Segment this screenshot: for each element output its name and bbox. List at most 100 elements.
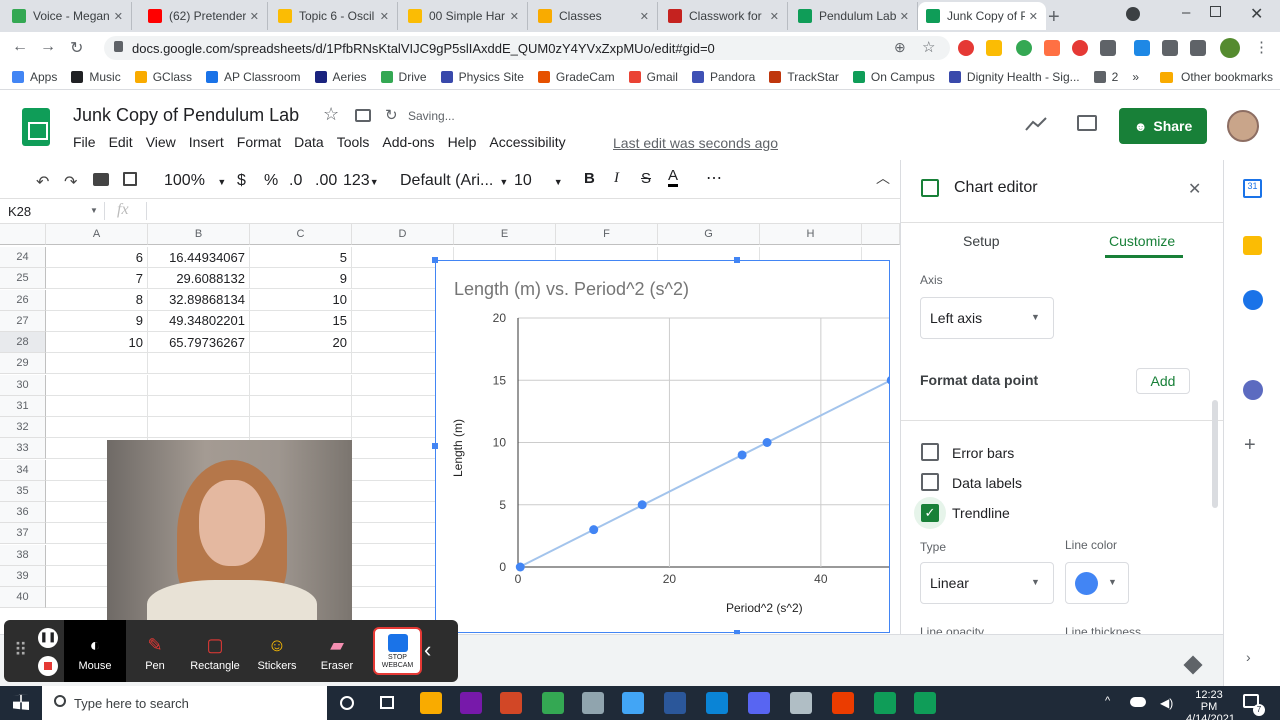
tab-customize[interactable]: Customize	[1109, 233, 1175, 249]
stop-record-button[interactable]	[38, 656, 58, 676]
menu-edit[interactable]: Edit	[109, 134, 133, 150]
name-box[interactable]: K28	[8, 204, 31, 219]
url-input[interactable]: docs.google.com/spreadsheets/d/1PfbRNsKt…	[104, 36, 950, 60]
table-cell[interactable]: 10	[46, 332, 148, 353]
star-icon[interactable]: ☆	[323, 104, 339, 125]
menu-accessibility[interactable]: Accessibility	[489, 134, 565, 150]
bookmark-star-icon[interactable]: ☆	[922, 38, 935, 56]
sheets-logo-icon[interactable]	[22, 108, 50, 146]
zoom-select[interactable]: 100% ▼	[164, 172, 226, 190]
column-header[interactable]: A	[46, 224, 148, 245]
tab-0[interactable]: Voice - Megan ✕	[4, 2, 132, 30]
table-cell[interactable]: 29.6088132	[148, 268, 250, 290]
task-view-icon[interactable]	[380, 696, 394, 709]
undo-icon[interactable]: ↶	[36, 172, 49, 192]
bookmark-item[interactable]: AP Classroom	[206, 70, 301, 84]
embedded-chart[interactable]: Length (m) vs. Period^2 (s^2) 0 5 10 15 20 0 2…	[435, 260, 890, 633]
back-icon[interactable]: ←	[12, 38, 28, 56]
table-cell[interactable]	[46, 417, 148, 438]
table-cell[interactable]: 9	[46, 310, 148, 332]
row-header[interactable]: 37	[0, 523, 46, 545]
sheets-icon[interactable]	[874, 692, 896, 714]
tray-chevron-icon[interactable]: ^	[1105, 695, 1110, 707]
reload-icon[interactable]: ↻	[70, 38, 83, 58]
bookmark-item[interactable]: Music	[71, 70, 121, 84]
bookmarks-overflow-icon[interactable]: »	[1132, 70, 1139, 84]
tab-2[interactable]: Topic 6 - Oscil ✕	[270, 2, 398, 30]
decrease-decimal-button[interactable]: .0	[289, 172, 302, 190]
adblock-icon[interactable]	[958, 40, 974, 56]
row-header[interactable]: 24	[0, 247, 46, 268]
move-folder-icon[interactable]	[355, 109, 371, 122]
activity-trend-icon[interactable]	[1025, 116, 1047, 132]
resize-handle[interactable]	[432, 257, 438, 263]
table-cell[interactable]	[148, 353, 250, 375]
discord-icon[interactable]	[748, 692, 770, 714]
row-header[interactable]: 36	[0, 502, 46, 523]
row-header[interactable]: 35	[0, 480, 46, 502]
font-select[interactable]: Default (Ari... ▼	[400, 172, 508, 190]
table-cell[interactable]: 5	[250, 247, 352, 268]
bold-icon[interactable]: B	[584, 170, 595, 187]
extension-icon[interactable]	[1044, 40, 1060, 56]
table-cell[interactable]: 6	[46, 247, 148, 268]
increase-decimal-button[interactable]: .00	[315, 172, 337, 190]
currency-button[interactable]: $	[237, 172, 246, 190]
column-header[interactable]: D	[352, 224, 454, 245]
recorder-tool-pen[interactable]: ✎ Pen	[124, 620, 186, 682]
close-tab-icon[interactable]: ✕	[1029, 10, 1038, 23]
zoom-icon[interactable]: ⊕	[894, 39, 906, 56]
table-cell[interactable]	[148, 417, 250, 438]
add-icon[interactable]: +	[1244, 434, 1256, 457]
table-cell[interactable]	[250, 353, 352, 375]
bookmark-item[interactable]: GradeCam	[537, 70, 615, 84]
percent-button[interactable]: %	[264, 172, 278, 190]
table-cell[interactable]	[46, 374, 148, 396]
comments-icon[interactable]	[1077, 115, 1097, 131]
paint-format-icon[interactable]	[123, 172, 137, 186]
table-cell[interactable]: 65.79736267	[148, 332, 250, 353]
bookmark-item[interactable]: Physics Site	[440, 70, 524, 84]
scrollbar-thumb[interactable]	[1212, 400, 1218, 508]
bookmark-item[interactable]: GClass	[134, 70, 192, 84]
more-formats-button[interactable]: 123▼	[343, 172, 379, 190]
office-icon[interactable]	[832, 692, 854, 714]
menu-format[interactable]: Format	[237, 134, 281, 150]
row-header[interactable]: 27	[0, 310, 46, 332]
maximize-icon[interactable]	[1210, 6, 1221, 17]
text-color-icon[interactable]: A	[668, 168, 679, 187]
forward-icon[interactable]: →	[40, 38, 56, 56]
share-button[interactable]: ☻ Share	[1119, 108, 1207, 144]
table-cell[interactable]	[250, 395, 352, 417]
pause-icon[interactable]: ❚❚	[38, 628, 58, 648]
close-tab-icon[interactable]: ✕	[380, 10, 389, 23]
font-size-select[interactable]: 10 ▼	[514, 172, 563, 190]
bookmark-item[interactable]: Drive	[380, 70, 427, 84]
chevron-right-icon[interactable]: ›	[1246, 649, 1251, 665]
menu-tools[interactable]: Tools	[337, 134, 370, 150]
resize-handle[interactable]	[734, 257, 740, 263]
close-tab-icon[interactable]: ✕	[250, 10, 259, 23]
column-header[interactable]	[862, 224, 900, 245]
column-header[interactable]: G	[658, 224, 760, 245]
chrome-icon[interactable]	[542, 692, 564, 714]
collapse-recorder-icon[interactable]: ‹	[424, 637, 431, 663]
redo-icon[interactable]: ↷	[64, 172, 77, 192]
table-cell[interactable]: 9	[250, 268, 352, 290]
table-cell[interactable]: 15	[250, 310, 352, 332]
table-cell[interactable]: 20	[250, 332, 352, 353]
puzzle-icon[interactable]	[1162, 40, 1178, 56]
table-cell[interactable]: 16.44934067	[148, 247, 250, 268]
trendline-checkbox[interactable]: ✓	[921, 504, 939, 522]
print-icon[interactable]	[93, 173, 109, 186]
line-color-select[interactable]: ▼	[1065, 562, 1129, 604]
mute-tab-icon[interactable]	[1100, 40, 1116, 56]
close-tab-icon[interactable]: ✕	[114, 10, 123, 23]
powerpoint-icon[interactable]	[500, 692, 522, 714]
table-cell[interactable]: 8	[46, 289, 148, 311]
recorder-tool-eraser[interactable]: ▰ Eraser	[306, 620, 368, 682]
addon-icon[interactable]	[1243, 380, 1263, 400]
table-cell[interactable]: 7	[46, 268, 148, 290]
profile-avatar[interactable]	[1220, 38, 1240, 58]
error-bars-checkbox[interactable]	[921, 443, 939, 461]
